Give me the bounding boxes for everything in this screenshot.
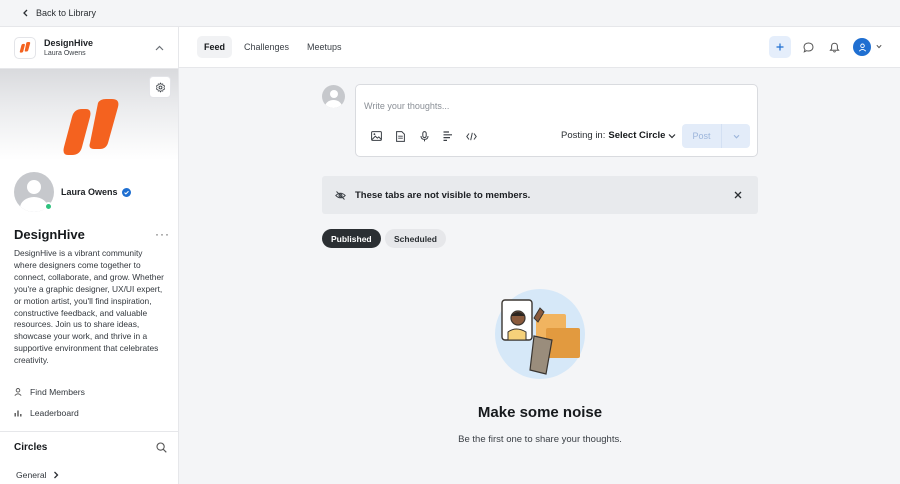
circle-selector[interactable]: Posting in: Select Circle bbox=[561, 130, 676, 141]
plus-icon bbox=[776, 43, 784, 51]
image-icon bbox=[370, 131, 382, 141]
cover-settings-button[interactable] bbox=[149, 76, 171, 98]
posting-in-label: Posting in: bbox=[561, 130, 606, 141]
attach-image-button[interactable] bbox=[369, 129, 383, 143]
poll-button[interactable] bbox=[441, 129, 455, 143]
post-button[interactable]: Post bbox=[682, 124, 722, 148]
brand-logo-icon bbox=[19, 42, 31, 53]
post-composer[interactable]: Write your thoughts... Posting in: Selec… bbox=[355, 84, 758, 157]
document-icon bbox=[395, 130, 405, 142]
circles-title: Circles bbox=[14, 442, 48, 453]
chevron-right-icon bbox=[53, 471, 58, 479]
microphone-icon bbox=[420, 130, 428, 141]
search-icon[interactable] bbox=[156, 442, 167, 453]
notifications-button[interactable] bbox=[823, 36, 845, 58]
community-description: DesignHive is a vibrant community where … bbox=[14, 248, 164, 366]
eye-off-icon bbox=[335, 190, 346, 200]
composer-placeholder[interactable]: Write your thoughts... bbox=[364, 101, 449, 111]
filter-scheduled[interactable]: Scheduled bbox=[385, 229, 446, 248]
tab-meetups[interactable]: Meetups bbox=[300, 36, 349, 58]
brand-name: DesignHive bbox=[44, 37, 94, 48]
community-logo bbox=[63, 99, 119, 155]
filter-published[interactable]: Published bbox=[322, 229, 381, 248]
brand-logo bbox=[14, 36, 36, 59]
chevron-left-icon bbox=[23, 9, 28, 17]
back-to-library-link[interactable]: Back to Library bbox=[22, 8, 96, 18]
messages-button[interactable] bbox=[797, 36, 819, 58]
online-status-indicator bbox=[44, 202, 53, 211]
record-audio-button[interactable] bbox=[417, 129, 431, 143]
composer-avatar bbox=[322, 85, 345, 108]
profile-name: Laura Owens bbox=[61, 187, 118, 197]
bell-icon bbox=[828, 42, 840, 52]
back-label: Back to Library bbox=[36, 8, 97, 18]
chat-bubble-icon bbox=[802, 41, 814, 53]
empty-state-illustration bbox=[495, 289, 585, 379]
attach-document-button[interactable] bbox=[393, 129, 407, 143]
chevron-down-icon bbox=[733, 134, 739, 139]
top-bar: Back to Library bbox=[0, 0, 900, 27]
owner-profile[interactable]: Laura Owens bbox=[14, 172, 131, 212]
notice-text: These tabs are not visible to members. bbox=[355, 189, 531, 201]
community-switcher[interactable]: DesignHive Laura Owens bbox=[0, 27, 178, 69]
sidebar: DesignHive Laura Owens Laura Owens Desig… bbox=[0, 27, 179, 484]
chevron-down-icon bbox=[668, 133, 676, 138]
gear-icon bbox=[155, 82, 165, 92]
post-options-button[interactable] bbox=[722, 124, 750, 148]
leaderboard-link[interactable]: Leaderboard bbox=[14, 408, 79, 418]
code-icon bbox=[465, 132, 477, 140]
embed-code-button[interactable] bbox=[464, 129, 478, 143]
user-icon bbox=[14, 388, 22, 396]
user-menu-avatar[interactable] bbox=[853, 38, 871, 56]
tab-feed[interactable]: Feed bbox=[197, 36, 233, 58]
close-icon[interactable] bbox=[734, 191, 742, 199]
leaderboard-label: Leaderboard bbox=[30, 408, 79, 418]
create-button[interactable] bbox=[769, 36, 791, 58]
more-options-button[interactable]: ··· bbox=[155, 227, 170, 241]
circle-selector-value: Select Circle bbox=[608, 130, 666, 141]
find-members-label: Find Members bbox=[30, 387, 85, 397]
brand-owner: Laura Owens bbox=[44, 49, 86, 57]
post-button-group[interactable]: Post bbox=[682, 124, 750, 148]
community-title: DesignHive bbox=[14, 227, 85, 242]
main-header: Feed Challenges Meetups bbox=[179, 27, 900, 68]
empty-state-title: Make some noise bbox=[477, 404, 603, 421]
circle-item-label: General bbox=[16, 470, 47, 480]
find-members-link[interactable]: Find Members bbox=[14, 387, 85, 397]
visibility-notice: These tabs are not visible to members. bbox=[322, 176, 758, 214]
user-icon bbox=[858, 43, 866, 52]
empty-state-subtitle: Be the first one to share your thoughts. bbox=[458, 434, 622, 445]
chevron-up-icon bbox=[155, 45, 164, 50]
tab-challenges[interactable]: Challenges bbox=[237, 36, 296, 58]
bar-chart-icon bbox=[14, 410, 22, 417]
sidebar-divider bbox=[0, 431, 178, 432]
verified-badge-icon bbox=[121, 187, 131, 197]
circle-item-general[interactable]: General bbox=[16, 470, 59, 480]
poll-icon bbox=[443, 131, 452, 141]
chevron-down-icon[interactable] bbox=[876, 44, 882, 49]
